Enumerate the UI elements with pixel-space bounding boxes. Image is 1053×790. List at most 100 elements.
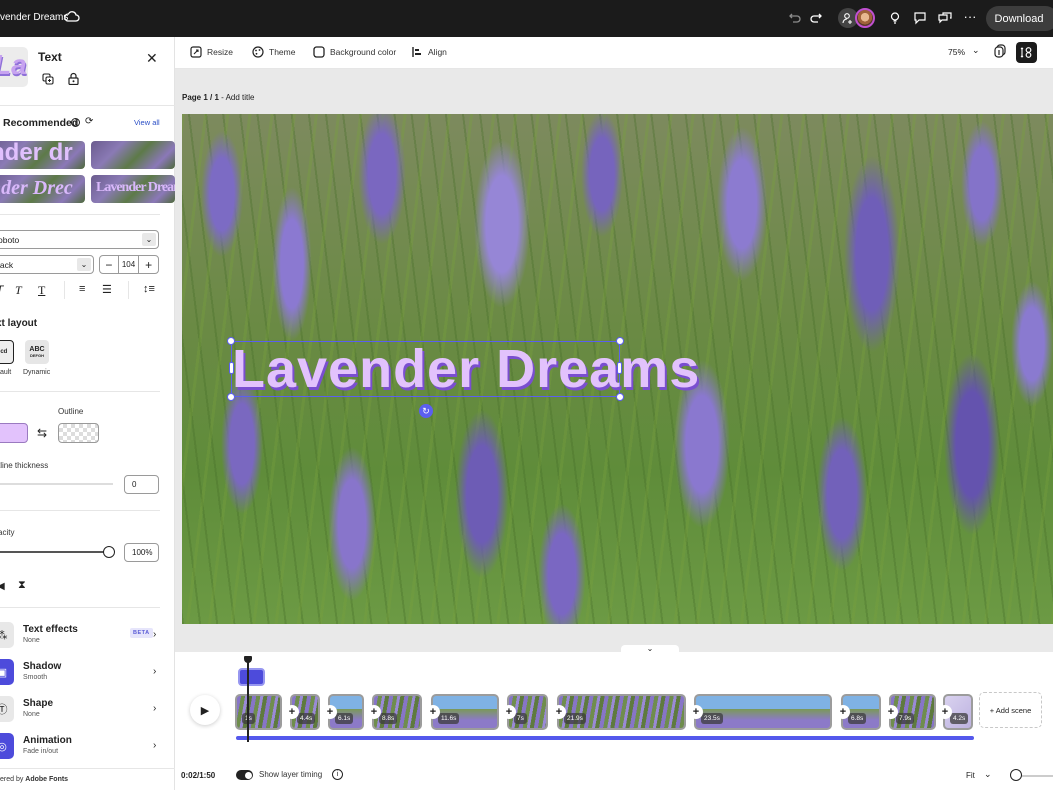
design-canvas[interactable]: Lavender Dreams ↻ <box>182 114 1053 624</box>
download-button[interactable]: Download <box>986 6 1053 31</box>
italic-icon[interactable]: T <box>0 283 3 297</box>
opacity-input[interactable]: 100% <box>124 543 159 562</box>
text-effects-row[interactable]: ⁂ Text effects None BETA › <box>0 619 175 653</box>
timeline-progress-bar[interactable] <box>236 736 974 740</box>
redo-icon[interactable] <box>807 9 825 27</box>
zoom-level[interactable]: 75% <box>948 47 965 57</box>
divider <box>0 607 160 608</box>
duplicate-icon[interactable] <box>42 73 54 85</box>
show-layer-timing-toggle[interactable] <box>236 770 253 780</box>
undo-icon[interactable] <box>786 9 804 27</box>
list-icon[interactable]: ☰ <box>102 283 112 296</box>
resize-handle[interactable] <box>229 362 234 374</box>
add-transition-button[interactable]: + <box>285 705 299 719</box>
scene-clip[interactable]: 1s <box>235 694 282 730</box>
add-title-link[interactable]: - Add title <box>219 93 254 102</box>
outline-thickness-slider[interactable] <box>0 483 113 485</box>
opacity-slider[interactable] <box>0 551 108 553</box>
layers-panel-button[interactable] <box>1016 42 1037 63</box>
add-transition-button[interactable]: + <box>552 705 566 719</box>
view-all-link[interactable]: View all <box>134 118 160 127</box>
scene-clip[interactable]: 21.9s <box>557 694 686 730</box>
animation-row[interactable]: ◎ Animation Fade in/out › <box>0 730 175 764</box>
recommended-style-3[interactable]: nder Drec <box>0 175 85 203</box>
property-name: Animation <box>23 735 72 746</box>
align-button[interactable]: Align <box>411 46 447 58</box>
add-transition-button[interactable]: + <box>426 705 440 719</box>
resize-handle[interactable] <box>616 337 624 345</box>
decrease-size-button[interactable]: − <box>100 256 119 273</box>
underline-icon[interactable]: T <box>38 283 45 298</box>
refresh-icon[interactable]: ⟳ <box>85 116 93 127</box>
recommended-style-1[interactable]: nder dr <box>0 141 85 169</box>
increase-size-button[interactable]: + <box>139 256 158 273</box>
top-bar: vender Dreams ··· Download <box>0 0 1053 37</box>
font-weight-value: lack <box>0 259 14 270</box>
playhead[interactable] <box>244 656 252 742</box>
align-icon <box>412 47 421 57</box>
flip-horizontal-icon[interactable]: ◀ <box>0 581 5 592</box>
opacity-slider-thumb[interactable] <box>103 546 115 558</box>
lightbulb-icon[interactable] <box>886 9 904 27</box>
user-avatar[interactable] <box>855 8 875 28</box>
info-icon[interactable]: i <box>332 769 343 780</box>
pages-icon[interactable] <box>993 44 1011 62</box>
scene-clip[interactable]: 11.6s <box>431 694 499 730</box>
timeline-zoom-slider-thumb[interactable] <box>1010 769 1022 781</box>
cloud-sync-icon[interactable] <box>64 10 80 24</box>
resize-button[interactable]: Resize <box>190 46 233 58</box>
scene-clip[interactable]: 23.5s <box>694 694 832 730</box>
play-button[interactable]: ▶ <box>190 695 220 725</box>
lock-icon[interactable] <box>68 72 79 85</box>
background-color-button[interactable]: Background color <box>313 46 396 58</box>
scene-duration: 11.6s <box>438 713 460 724</box>
swap-colors-icon[interactable]: ⇆ <box>37 426 47 440</box>
chevron-down-icon[interactable]: ⌄ <box>972 45 980 56</box>
chat-icon[interactable] <box>936 9 954 27</box>
fill-color-swatch[interactable] <box>0 423 28 443</box>
more-options-icon[interactable]: ··· <box>961 7 979 25</box>
add-transition-button[interactable]: + <box>367 705 381 719</box>
chevron-down-icon[interactable]: ⌄ <box>984 769 992 780</box>
powered-by-brand: Adobe Fonts <box>25 776 69 783</box>
scene-duration: 6.1s <box>335 713 354 724</box>
line-spacing-icon[interactable]: ↕≡ <box>143 283 155 295</box>
font-size-input[interactable]: 104 <box>119 256 140 273</box>
text-properties-panel: La Text ✕ Recommended i ⟳ View all nder … <box>0 37 175 790</box>
add-transition-button[interactable]: + <box>323 705 337 719</box>
info-icon[interactable]: i <box>71 118 80 127</box>
resize-handle[interactable] <box>227 393 235 401</box>
add-transition-button[interactable]: + <box>884 705 898 719</box>
chevron-down-icon: ⌄ <box>142 233 156 246</box>
timeline-zoom-select[interactable]: Fit <box>966 771 975 780</box>
recommended-style-2[interactable] <box>91 141 175 169</box>
align-center-icon[interactable]: ≡ <box>79 283 85 295</box>
flip-vertical-icon[interactable]: ⧗ <box>18 579 26 592</box>
add-scene-button[interactable]: + Add scene <box>979 692 1042 728</box>
add-transition-button[interactable]: + <box>689 705 703 719</box>
layout-option-dynamic[interactable]: ABC DEFGH <box>25 340 49 364</box>
resize-handle[interactable] <box>227 337 235 345</box>
outline-color-swatch[interactable] <box>58 423 99 443</box>
shadow-row[interactable]: ▣ Shadow Smooth › <box>0 656 175 690</box>
selected-text-element[interactable]: Lavender Dreams <box>227 337 699 401</box>
add-transition-button[interactable]: + <box>938 705 952 719</box>
add-transition-button[interactable]: + <box>836 705 850 719</box>
font-weight-select[interactable]: lack ⌄ <box>0 255 94 274</box>
close-icon[interactable]: ✕ <box>146 50 158 67</box>
text-layer-block[interactable] <box>238 668 265 686</box>
canvas-text[interactable]: Lavender Dreams <box>232 338 699 400</box>
add-transition-button[interactable]: + <box>502 705 516 719</box>
layout-option-default[interactable]: bcd <box>0 340 14 364</box>
font-family-select[interactable]: oboto ⌄ <box>0 230 159 249</box>
shape-row[interactable]: Ⓣ Shape None › <box>0 693 175 727</box>
recommended-style-4[interactable]: Lavender Dream <box>91 175 175 203</box>
text-style-icon[interactable]: T <box>15 283 22 298</box>
theme-button[interactable]: Theme <box>252 46 295 58</box>
comment-icon[interactable] <box>911 9 929 27</box>
outline-thickness-input[interactable]: 0 <box>124 475 159 494</box>
rotate-handle-icon[interactable]: ↻ <box>419 404 433 418</box>
document-title[interactable]: vender Dreams <box>0 12 68 23</box>
resize-handle[interactable] <box>616 393 624 401</box>
resize-handle[interactable] <box>617 362 622 374</box>
